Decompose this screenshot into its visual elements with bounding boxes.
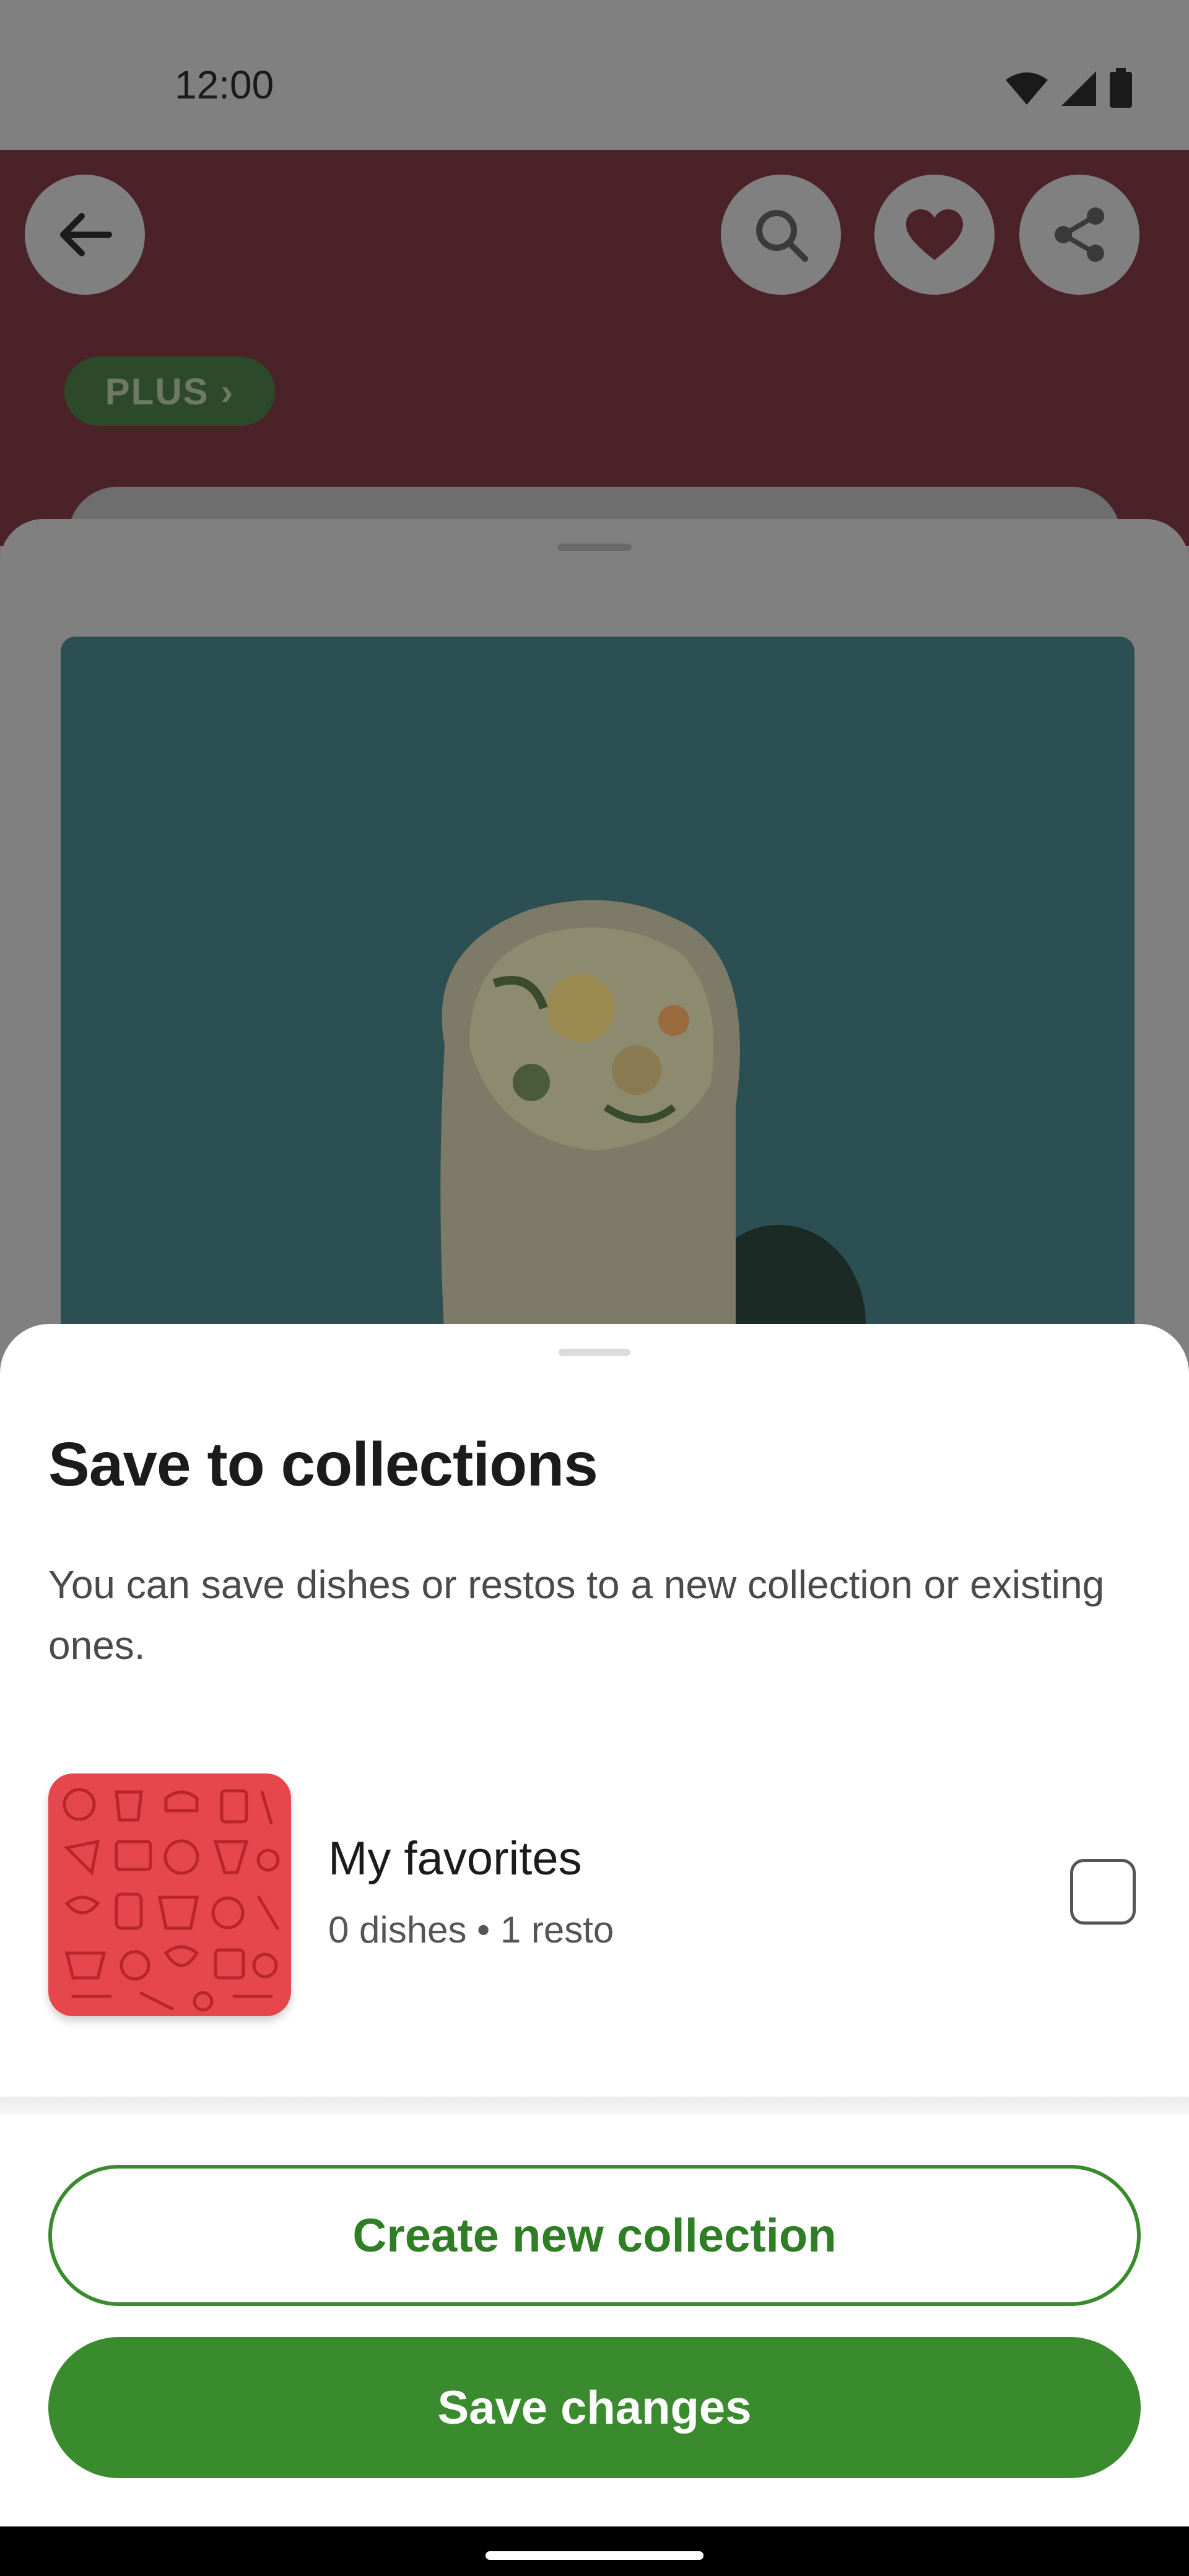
divider <box>0 2097 1189 2114</box>
home-gesture-pill[interactable] <box>486 2551 703 2560</box>
create-collection-button[interactable]: Create new collection <box>48 2165 1141 2306</box>
status-bar: 12:00 <box>0 0 1189 150</box>
sheet-drag-handle[interactable] <box>559 1349 630 1356</box>
search-button[interactable] <box>721 175 841 295</box>
share-icon <box>1055 207 1104 262</box>
heart-icon <box>906 209 963 260</box>
collection-name: My favorites <box>328 1832 582 1885</box>
sheet-description: You can save dishes or restos to a new c… <box>48 1562 1105 1668</box>
battery-icon <box>1110 68 1132 108</box>
wifi-icon <box>1006 72 1048 105</box>
collection-checkbox[interactable] <box>1070 1859 1136 1925</box>
sheet-title: Save to collections <box>48 1430 598 1499</box>
collection-thumbnail <box>48 1773 291 2016</box>
status-icons <box>1004 68 1133 109</box>
share-button[interactable] <box>1019 175 1139 295</box>
save-collections-sheet: Save to collections You can save dishes … <box>0 1324 1189 2526</box>
navigation-bar <box>0 2526 1189 2576</box>
collection-item[interactable]: My favorites 0 dishes • 1 resto <box>0 1757 1189 2016</box>
back-arrow-icon <box>60 213 112 256</box>
back-button[interactable] <box>25 175 145 295</box>
food-pattern-icon <box>63 1788 280 2012</box>
plus-badge[interactable]: PLUS › <box>64 357 275 426</box>
favorite-button[interactable] <box>874 175 995 295</box>
dish-sheet-handle <box>557 544 632 551</box>
status-time: 12:00 <box>175 63 274 107</box>
screen: 12:00 PLUS › Save to collections You can… <box>0 0 1189 2576</box>
save-changes-button[interactable]: Save changes <box>48 2337 1141 2478</box>
store-header: PLUS › <box>0 150 1189 573</box>
cellular-icon <box>1061 71 1096 106</box>
search-icon <box>756 210 808 262</box>
collection-meta: 0 dishes • 1 resto <box>328 1909 614 1951</box>
